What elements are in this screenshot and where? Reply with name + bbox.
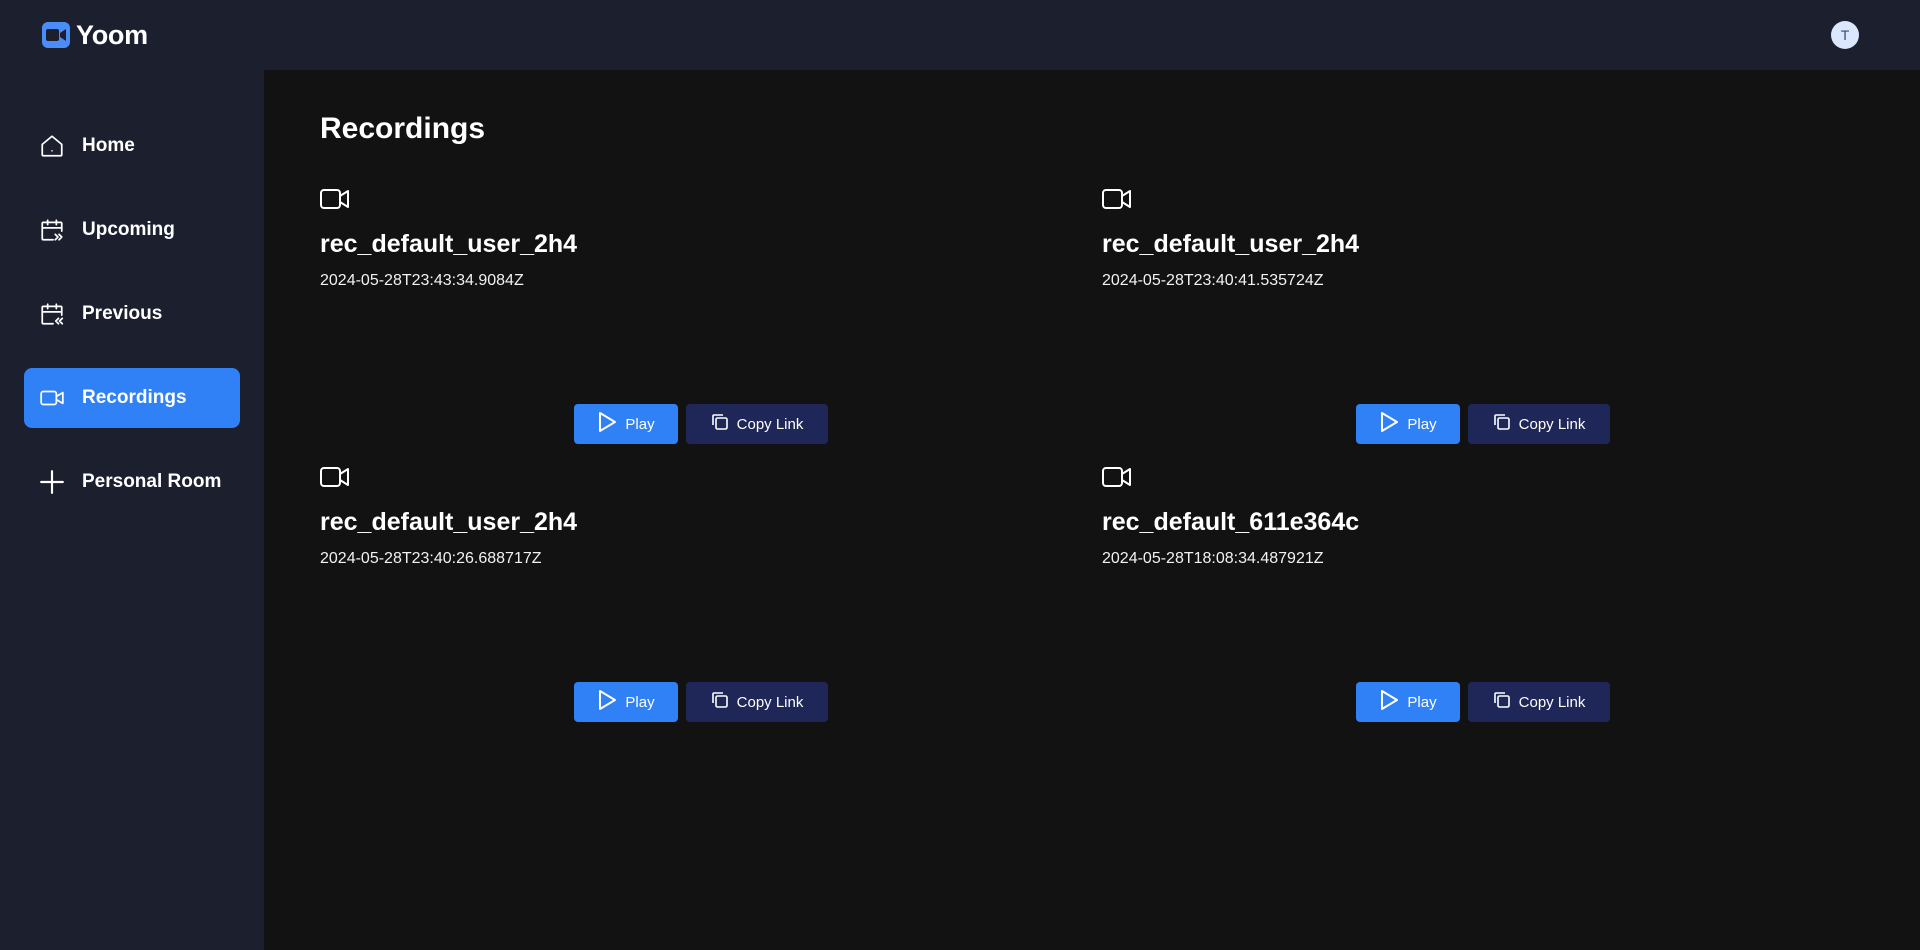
copy-link-button-label: Copy Link xyxy=(1518,415,1586,433)
play-icon xyxy=(1379,411,1399,437)
recording-card: rec_default_611e364c 2024-05-28T18:08:34… xyxy=(1102,464,1622,726)
play-button-label: Play xyxy=(625,415,655,433)
home-icon xyxy=(38,132,66,160)
copy-link-button[interactable]: Copy Link xyxy=(686,682,828,722)
app-logo[interactable]: Yoom xyxy=(42,18,148,52)
recording-date: 2024-05-28T23:43:34.9084Z xyxy=(320,272,524,289)
recording-date: 2024-05-28T18:08:34.487921Z xyxy=(1102,550,1324,567)
sidebar-item-previous[interactable]: Previous xyxy=(24,284,240,344)
copy-link-button[interactable]: Copy Link xyxy=(1468,404,1610,444)
play-icon xyxy=(597,411,617,437)
recording-title: rec_default_user_2h4 xyxy=(320,508,578,536)
play-button-label: Play xyxy=(1407,693,1437,711)
play-icon xyxy=(597,689,617,715)
sidebar: Home Upcoming Previous Recordings Person… xyxy=(0,70,264,950)
copy-link-button[interactable]: Copy Link xyxy=(1468,682,1610,722)
video-icon xyxy=(38,384,66,412)
copy-icon xyxy=(711,413,729,435)
recording-title: rec_default_user_2h4 xyxy=(320,230,578,258)
copy-icon xyxy=(1493,413,1511,435)
calendar-previous-icon xyxy=(38,300,66,328)
recording-card: rec_default_user_2h4 2024-05-28T23:43:34… xyxy=(320,186,840,448)
recording-title: rec_default_611e364c xyxy=(1102,508,1360,536)
play-button[interactable]: Play xyxy=(574,682,678,722)
calendar-upcoming-icon xyxy=(38,216,66,244)
play-button[interactable]: Play xyxy=(574,404,678,444)
play-button[interactable]: Play xyxy=(1356,682,1460,722)
play-button[interactable]: Play xyxy=(1356,404,1460,444)
copy-icon xyxy=(1493,691,1511,713)
copy-link-button-label: Copy Link xyxy=(736,693,804,711)
user-avatar[interactable]: T xyxy=(1831,21,1859,49)
copy-link-button[interactable]: Copy Link xyxy=(686,404,828,444)
sidebar-item-label: Personal Room xyxy=(82,471,222,492)
copy-link-button-label: Copy Link xyxy=(736,415,804,433)
recording-card: rec_default_user_2h4 2024-05-28T23:40:41… xyxy=(1102,186,1622,448)
recording-card: rec_default_user_2h4 2024-05-28T23:40:26… xyxy=(320,464,840,726)
play-icon xyxy=(1379,689,1399,715)
play-button-label: Play xyxy=(625,693,655,711)
sidebar-item-label: Home xyxy=(82,135,135,156)
top-navbar: Yoom T xyxy=(0,0,1920,70)
video-icon xyxy=(320,186,350,212)
video-icon xyxy=(320,464,350,490)
sidebar-item-personal-room[interactable]: Personal Room xyxy=(24,452,240,512)
recording-date: 2024-05-28T23:40:26.688717Z xyxy=(320,550,542,567)
page-title: Recordings xyxy=(320,112,486,145)
sidebar-item-upcoming[interactable]: Upcoming xyxy=(24,200,240,260)
recording-date: 2024-05-28T23:40:41.535724Z xyxy=(1102,272,1324,289)
sidebar-item-home[interactable]: Home xyxy=(24,116,240,176)
main-content: Recordings rec_default_user_2h4 2024-05-… xyxy=(264,70,1920,950)
recording-title: rec_default_user_2h4 xyxy=(1102,230,1360,258)
copy-link-button-label: Copy Link xyxy=(1518,693,1586,711)
sidebar-item-label: Recordings xyxy=(82,387,187,408)
sidebar-item-label: Upcoming xyxy=(82,219,175,240)
sidebar-item-label: Previous xyxy=(82,303,163,324)
sidebar-item-recordings[interactable]: Recordings xyxy=(24,368,240,428)
video-icon xyxy=(1102,186,1132,212)
plus-icon xyxy=(38,468,66,496)
video-icon xyxy=(1102,464,1132,490)
copy-icon xyxy=(711,691,729,713)
play-button-label: Play xyxy=(1407,415,1437,433)
video-camera-logo-icon xyxy=(42,22,70,48)
app-name: Yoom xyxy=(76,19,148,50)
